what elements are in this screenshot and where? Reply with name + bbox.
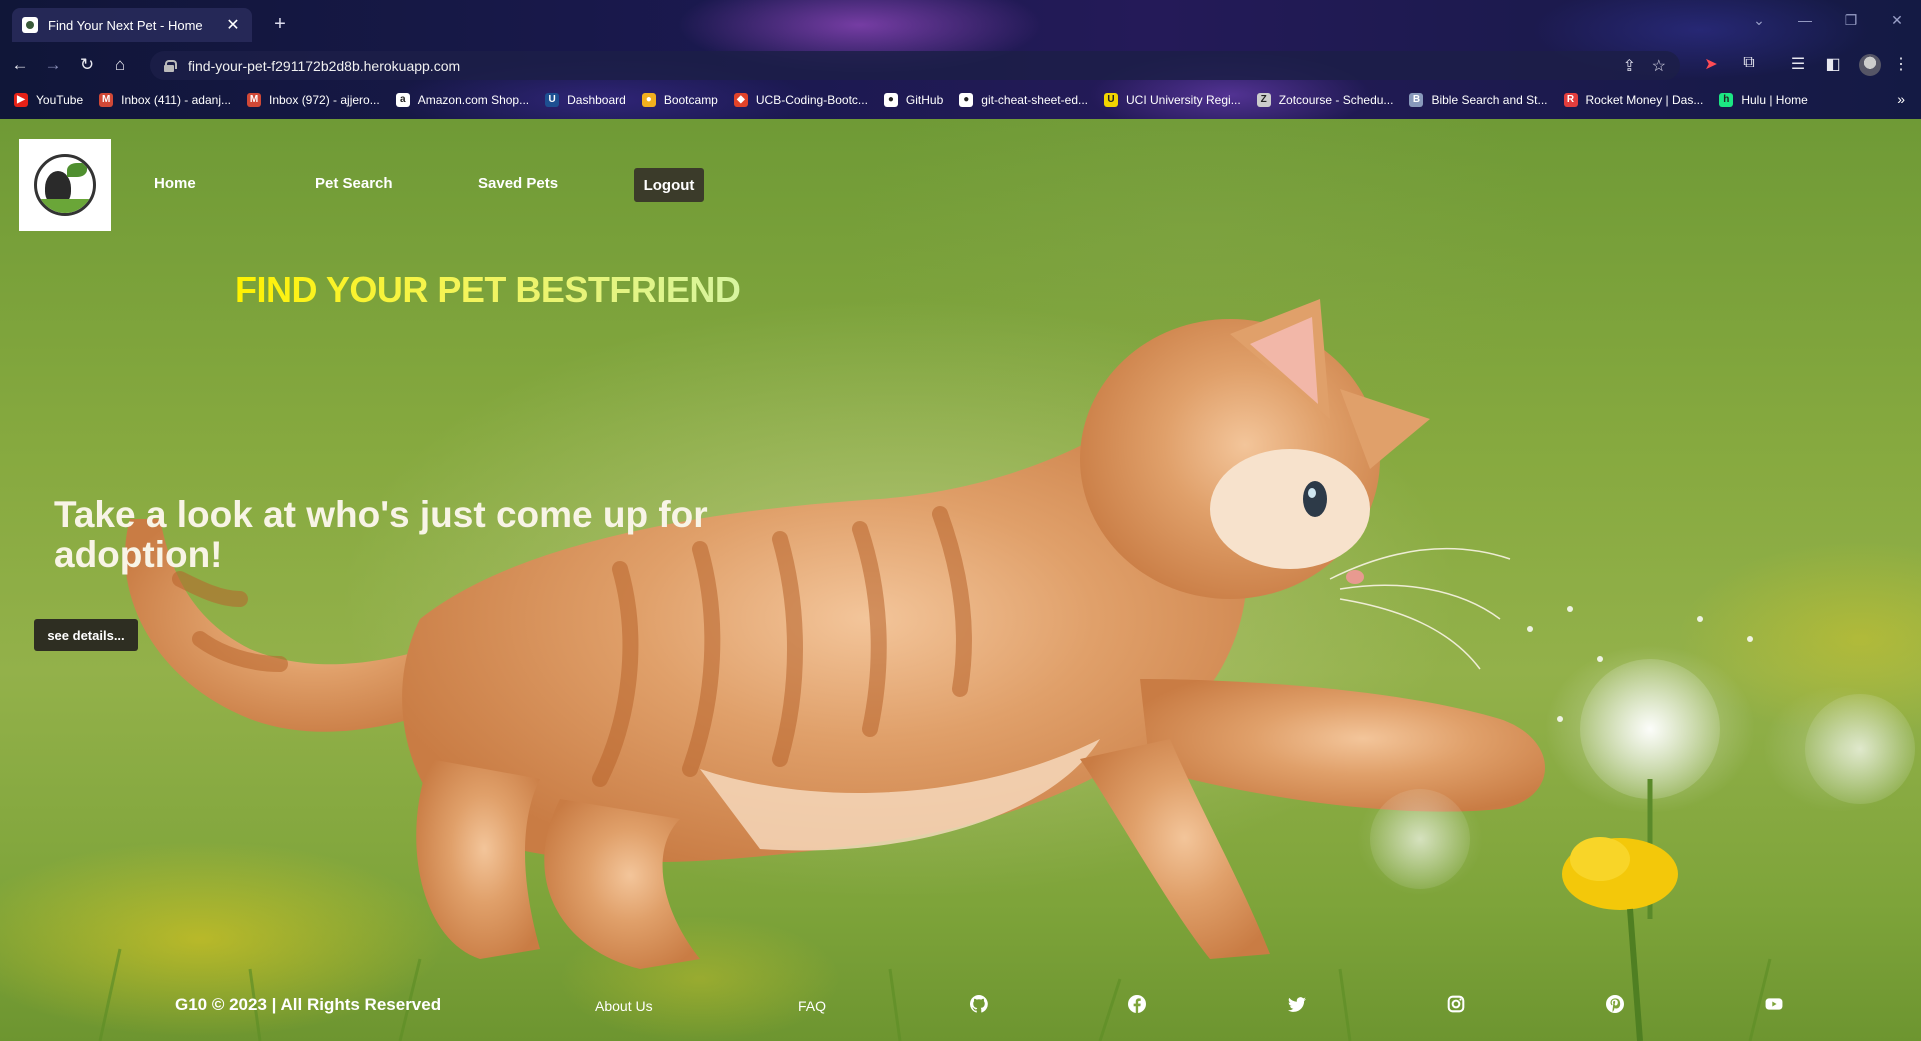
- pet-logo-icon: [34, 154, 96, 216]
- youtube-icon[interactable]: [1765, 995, 1783, 1013]
- tab-favicon-icon: [22, 17, 38, 33]
- share-icon[interactable]: ⇪: [1623, 56, 1636, 76]
- reload-icon[interactable]: ↻: [75, 54, 99, 76]
- page-content: Home Pet Search Saved Pets Logout FIND Y…: [0, 119, 1921, 1041]
- footer-copyright: G10 © 2023 | All Rights Reserved: [175, 995, 442, 1014]
- footer-faq-link[interactable]: FAQ: [798, 998, 826, 1014]
- site-logo[interactable]: [19, 139, 111, 231]
- see-details-button[interactable]: see details...: [34, 619, 138, 651]
- back-icon[interactable]: ←: [8, 54, 32, 76]
- bookmark-favicon-icon: R: [1563, 93, 1578, 107]
- profile-avatar[interactable]: [1859, 54, 1881, 76]
- bookmark-item[interactable]: B Bible Search and St...: [1409, 93, 1548, 107]
- bookmark-label: Inbox (972) - ajjero...: [269, 93, 380, 107]
- bookmark-favicon-icon: ●: [883, 93, 898, 107]
- side-panel-icon[interactable]: ◧: [1822, 54, 1844, 74]
- instagram-icon[interactable]: [1447, 995, 1465, 1013]
- bookmark-favicon-icon: ▶: [14, 93, 28, 107]
- bookmark-item[interactable]: h Hulu | Home: [1719, 93, 1808, 107]
- extensions-icon[interactable]: ⧉: [1738, 54, 1760, 72]
- bookmark-item[interactable]: U Dashboard: [545, 93, 626, 107]
- bookmark-favicon-icon: U: [1104, 93, 1118, 107]
- lock-icon: [164, 59, 177, 72]
- tab-close-icon[interactable]: ✕: [224, 15, 242, 35]
- leaf-icon: [67, 163, 87, 177]
- nav-home-link[interactable]: Home: [154, 175, 196, 192]
- bookmark-favicon-icon: U: [545, 93, 560, 107]
- facebook-icon[interactable]: [1128, 995, 1146, 1013]
- bookmark-label: Hulu | Home: [1741, 93, 1808, 107]
- bookmark-star-icon[interactable]: ☆: [1652, 56, 1666, 76]
- bookmark-item[interactable]: ◆ UCB-Coding-Bootc...: [733, 93, 868, 107]
- bookmark-item[interactable]: ▶ YouTube: [14, 93, 83, 107]
- bookmark-favicon-icon: Z: [1256, 93, 1271, 107]
- bookmark-favicon-icon: ●: [641, 93, 656, 107]
- bookmark-label: Zotcourse - Schedu...: [1278, 93, 1394, 107]
- tab-strip: Find Your Next Pet - Home ✕ + ⌄ — ❐ ✕: [0, 0, 1921, 48]
- adoption-headline: Take a look at who's just come up for ad…: [54, 494, 708, 575]
- kitten-hero-image: [98, 299, 1915, 1041]
- tab-title: Find Your Next Pet - Home: [48, 17, 203, 33]
- browser-tab[interactable]: Find Your Next Pet - Home ✕: [12, 8, 252, 42]
- footer-about-link[interactable]: About Us: [595, 998, 653, 1014]
- media-control-icon[interactable]: ☰: [1787, 54, 1809, 74]
- twitter-icon[interactable]: [1288, 995, 1306, 1013]
- bookmark-item[interactable]: M Inbox (972) - ajjero...: [247, 93, 380, 107]
- bookmark-label: git-cheat-sheet-ed...: [981, 93, 1088, 107]
- bookmark-favicon-icon: M: [99, 93, 114, 107]
- address-bar[interactable]: find-your-pet-f291172b2d8b.herokuapp.com…: [150, 51, 1680, 80]
- bookmark-label: UCI University Regi...: [1126, 93, 1241, 107]
- bookmark-label: Bootcamp: [663, 93, 718, 107]
- extension-cast-icon[interactable]: ➤: [1700, 54, 1722, 74]
- bookmarks-overflow-icon[interactable]: »: [1897, 91, 1905, 107]
- bookmark-label: Inbox (411) - adanj...: [121, 93, 231, 107]
- bookmark-item[interactable]: R Rocket Money | Das...: [1563, 93, 1704, 107]
- nav-pet-search-link[interactable]: Pet Search: [315, 175, 393, 192]
- url-text: find-your-pet-f291172b2d8b.herokuapp.com: [188, 57, 461, 74]
- bookmark-favicon-icon: a: [395, 93, 410, 107]
- browser-chrome: Find Your Next Pet - Home ✕ + ⌄ — ❐ ✕ ← …: [0, 0, 1921, 119]
- bookmark-item[interactable]: a Amazon.com Shop...: [395, 93, 530, 107]
- bookmark-label: GitHub: [905, 93, 944, 107]
- restore-icon[interactable]: ❐: [1836, 12, 1866, 29]
- bookmark-favicon-icon: M: [247, 93, 261, 107]
- bookmark-item[interactable]: Z Zotcourse - Schedu...: [1256, 93, 1394, 107]
- bookmark-favicon-icon: h: [1719, 93, 1734, 107]
- bookmark-label: Dashboard: [567, 93, 626, 107]
- home-icon[interactable]: ⌂: [108, 54, 132, 76]
- bookmark-favicon-icon: B: [1409, 93, 1424, 107]
- hero-title: FIND YOUR PET BESTFRIEND: [235, 269, 741, 310]
- bookmark-favicon-icon: ◆: [733, 93, 748, 107]
- bookmark-label: Bible Search and St...: [1431, 93, 1548, 107]
- bookmark-item[interactable]: ● git-cheat-sheet-ed...: [959, 93, 1088, 107]
- minimize-icon[interactable]: —: [1790, 12, 1820, 28]
- bookmark-label: Rocket Money | Das...: [1585, 93, 1704, 107]
- logout-button[interactable]: Logout: [634, 168, 704, 202]
- tab-search-icon[interactable]: ⌄: [1744, 12, 1774, 29]
- github-icon[interactable]: [970, 995, 988, 1013]
- forward-icon[interactable]: →: [41, 54, 65, 76]
- bookmark-item[interactable]: U UCI University Regi...: [1104, 93, 1241, 107]
- new-tab-icon[interactable]: +: [268, 13, 292, 37]
- bookmarks-bar: ▶ YouTube M Inbox (411) - adanj... M Inbox (9…: [0, 87, 1921, 113]
- bookmark-item[interactable]: ● Bootcamp: [641, 93, 718, 107]
- bookmark-favicon-icon: ●: [959, 93, 974, 107]
- pinterest-icon[interactable]: [1606, 995, 1624, 1013]
- bookmark-item[interactable]: ● GitHub: [883, 93, 944, 107]
- bookmark-item[interactable]: M Inbox (411) - adanj...: [99, 93, 231, 107]
- bookmark-label: Amazon.com Shop...: [417, 93, 530, 107]
- bookmark-label: YouTube: [36, 93, 84, 107]
- bookmark-label: UCB-Coding-Bootc...: [755, 93, 868, 107]
- browser-toolbar: ← → ↻ ⌂ find-your-pet-f291172b2d8b.herok…: [0, 48, 1921, 82]
- nav-saved-pets-link[interactable]: Saved Pets: [478, 175, 558, 192]
- close-window-icon[interactable]: ✕: [1882, 12, 1912, 29]
- menu-kebab-icon[interactable]: ⋮: [1890, 54, 1912, 74]
